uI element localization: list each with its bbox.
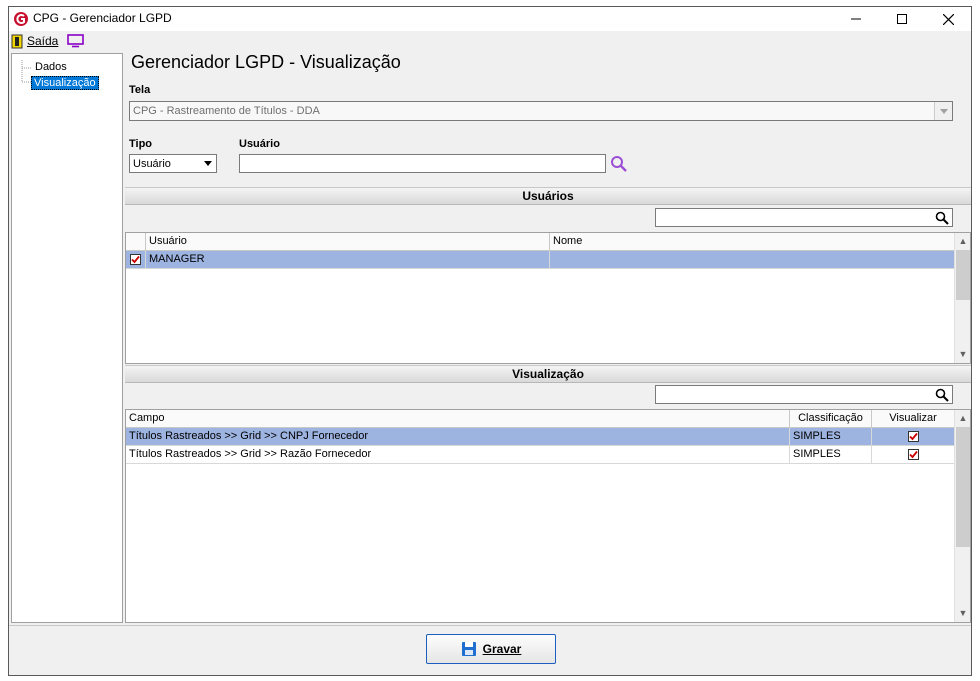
usuarios-section-header: Usuários bbox=[125, 187, 971, 205]
table-row[interactable]: Títulos Rastreados >> Grid >> Razão Forn… bbox=[126, 446, 955, 464]
title-bar: CPG - Gerenciador LGPD bbox=[9, 7, 971, 31]
visualizacao-header-classificacao[interactable]: Classificação bbox=[790, 410, 872, 427]
checkmark-icon bbox=[908, 450, 918, 458]
scroll-down-icon[interactable]: ▼ bbox=[955, 605, 970, 621]
checkbox-checked[interactable] bbox=[907, 448, 919, 460]
visualizacao-filter-input[interactable] bbox=[655, 385, 953, 404]
usuarios-scrollbar[interactable]: ▲ ▼ bbox=[954, 233, 970, 363]
navigation-tree: Dados Visualização bbox=[11, 53, 123, 623]
table-row[interactable]: MANAGER bbox=[126, 251, 955, 269]
visualizacao-row-visualizar-cell[interactable] bbox=[872, 428, 955, 445]
chevron-down-icon bbox=[939, 108, 948, 114]
save-button-label: Gravar bbox=[482, 642, 522, 656]
usuarios-header-nome[interactable]: Nome bbox=[550, 233, 955, 250]
visualizacao-grid: Campo Classificação Visualizar Títulos R… bbox=[125, 409, 971, 623]
close-icon bbox=[942, 13, 954, 25]
window-title: CPG - Gerenciador LGPD bbox=[33, 11, 172, 25]
visualizacao-row-campo: Títulos Rastreados >> Grid >> CNPJ Forne… bbox=[126, 428, 790, 445]
search-icon bbox=[935, 388, 949, 402]
tipo-dropdown-button[interactable] bbox=[200, 155, 216, 172]
close-button[interactable] bbox=[925, 7, 971, 31]
tree-item-visualizacao[interactable]: Visualização bbox=[31, 76, 99, 90]
search-icon bbox=[611, 156, 627, 172]
scroll-thumb[interactable] bbox=[956, 250, 970, 300]
tipo-select[interactable]: Usuário bbox=[129, 154, 217, 173]
visualizacao-header-campo[interactable]: Campo bbox=[126, 410, 790, 427]
menu-exit[interactable]: Saída bbox=[11, 33, 58, 49]
main-window: CPG - Gerenciador LGPD Saída Dados Visua… bbox=[8, 6, 972, 676]
scroll-up-icon[interactable]: ▲ bbox=[955, 233, 970, 249]
checkbox-checked[interactable] bbox=[130, 253, 141, 265]
menu-monitor[interactable] bbox=[67, 34, 84, 51]
table-row[interactable]: Títulos Rastreados >> Grid >> CNPJ Forne… bbox=[126, 428, 955, 446]
scroll-down-icon[interactable]: ▼ bbox=[955, 346, 970, 362]
maximize-icon bbox=[897, 14, 907, 24]
usuario-input[interactable] bbox=[239, 154, 606, 173]
checkbox-checked[interactable] bbox=[907, 430, 919, 442]
visualizacao-section-header: Visualização bbox=[125, 365, 971, 383]
scroll-thumb[interactable] bbox=[956, 427, 970, 547]
usuario-search-button[interactable] bbox=[610, 155, 628, 176]
tela-dropdown-button[interactable] bbox=[934, 102, 952, 120]
tree-item-dados[interactable]: Dados bbox=[33, 61, 69, 73]
tela-select-value: CPG - Rastreamento de Títulos - DDA bbox=[133, 105, 320, 117]
checkmark-icon bbox=[908, 432, 918, 440]
usuarios-filter-input[interactable] bbox=[655, 208, 953, 227]
usuarios-row-usuario: MANAGER bbox=[146, 251, 550, 268]
menu-bar: Saída bbox=[9, 31, 971, 51]
visualizacao-row-campo: Títulos Rastreados >> Grid >> Razão Forn… bbox=[126, 446, 790, 463]
minimize-button[interactable] bbox=[833, 7, 879, 31]
visualizacao-row-classificacao: SIMPLES bbox=[790, 446, 872, 463]
menu-exit-label: Saída bbox=[27, 34, 59, 48]
scroll-up-icon[interactable]: ▲ bbox=[955, 410, 970, 426]
usuarios-grid: Usuário Nome MANAGER ▲ ▼ bbox=[125, 232, 971, 364]
tela-select[interactable]: CPG - Rastreamento de Títulos - DDA bbox=[129, 101, 953, 121]
tela-label: Tela bbox=[129, 84, 151, 96]
monitor-icon bbox=[67, 34, 84, 48]
usuarios-grid-header: Usuário Nome bbox=[126, 233, 955, 251]
chevron-down-icon bbox=[204, 161, 212, 166]
app-logo-icon bbox=[13, 11, 29, 27]
minimize-icon bbox=[851, 18, 861, 20]
usuarios-header-usuario[interactable]: Usuário bbox=[146, 233, 550, 250]
visualizacao-grid-header: Campo Classificação Visualizar bbox=[126, 410, 955, 428]
visualizacao-row-visualizar-cell[interactable] bbox=[872, 446, 955, 463]
footer-divider bbox=[9, 625, 971, 626]
visualizacao-header-visualizar[interactable]: Visualizar bbox=[872, 410, 955, 427]
save-disk-icon bbox=[461, 642, 476, 656]
exit-door-icon bbox=[11, 34, 23, 48]
page-title: Gerenciador LGPD - Visualização bbox=[131, 52, 401, 72]
search-icon bbox=[935, 211, 949, 225]
tipo-label: Tipo bbox=[129, 138, 153, 150]
usuarios-row-check-cell[interactable] bbox=[126, 251, 146, 268]
usuarios-header-check bbox=[126, 233, 146, 250]
maximize-button[interactable] bbox=[879, 7, 925, 31]
save-button[interactable]: Gravar bbox=[426, 634, 556, 664]
usuario-label: Usuário bbox=[239, 138, 280, 150]
checkmark-icon bbox=[131, 255, 140, 263]
usuarios-row-nome bbox=[550, 251, 955, 268]
visualizacao-row-classificacao: SIMPLES bbox=[790, 428, 872, 445]
tipo-select-value: Usuário bbox=[133, 158, 171, 170]
visualizacao-scrollbar[interactable]: ▲ ▼ bbox=[954, 410, 970, 622]
